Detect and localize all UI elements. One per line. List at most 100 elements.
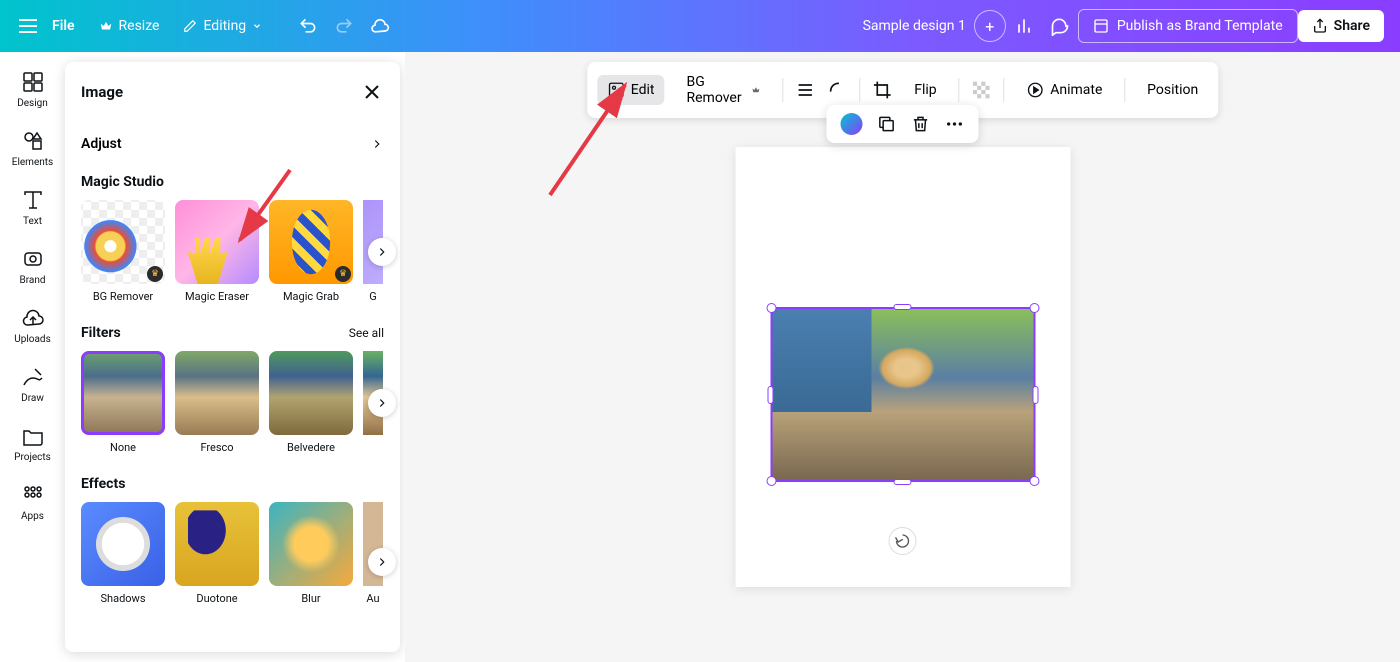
- resize-handle[interactable]: [1029, 303, 1039, 313]
- design-icon: [21, 70, 45, 94]
- sidebar-item-brand[interactable]: Brand: [0, 239, 65, 294]
- brand-icon: [21, 247, 45, 271]
- cloud-sync-button[interactable]: [362, 8, 398, 44]
- draw-icon: [21, 365, 45, 389]
- align-icon[interactable]: [795, 80, 815, 100]
- sidebar-item-text[interactable]: Text: [0, 180, 65, 235]
- resize-handle[interactable]: [1032, 386, 1038, 404]
- panel-title: Image: [81, 83, 123, 101]
- sidebar-item-elements[interactable]: Elements: [0, 121, 65, 176]
- resize-handle[interactable]: [766, 303, 776, 313]
- redo-button[interactable]: [326, 8, 362, 44]
- publish-button[interactable]: Publish as Brand Template: [1078, 9, 1298, 43]
- more-icon: [945, 114, 965, 134]
- floating-element-tools: [827, 105, 979, 143]
- design-title[interactable]: Sample design 1: [855, 18, 974, 34]
- editing-menu[interactable]: Editing: [171, 12, 274, 40]
- chevron-right-icon: [375, 396, 389, 410]
- sidebar-item-design[interactable]: Design: [0, 62, 65, 117]
- insights-button[interactable]: [1006, 8, 1042, 44]
- animate-button[interactable]: Animate: [1016, 75, 1112, 105]
- filters-title: Filters: [81, 325, 121, 341]
- share-button[interactable]: Share: [1298, 10, 1384, 42]
- chart-icon: [1014, 16, 1034, 36]
- adjust-row[interactable]: Adjust: [65, 122, 400, 166]
- template-icon: [1093, 18, 1109, 34]
- delete-button[interactable]: [911, 114, 931, 134]
- sidebar-item-projects[interactable]: Projects: [0, 416, 65, 471]
- image-content: [772, 309, 1033, 480]
- undo-button[interactable]: [290, 8, 326, 44]
- filters-row: None Fresco Belvedere: [65, 351, 400, 454]
- scroll-right-button[interactable]: [368, 548, 396, 576]
- position-button[interactable]: Position: [1137, 76, 1208, 104]
- sidebar-item-uploads[interactable]: Uploads: [0, 298, 65, 353]
- cloud-icon: [370, 16, 390, 36]
- tile-bg-remover[interactable]: ♛BG Remover: [81, 200, 165, 303]
- edit-button[interactable]: Edit: [597, 75, 665, 105]
- text-icon: [21, 188, 45, 212]
- tile-filter-fresco[interactable]: Fresco: [175, 351, 259, 454]
- magic-icon[interactable]: [841, 113, 863, 135]
- sidebar-item-draw[interactable]: Draw: [0, 357, 65, 412]
- tile-magic-grab[interactable]: ♛Magic Grab: [269, 200, 353, 303]
- image-panel: Image Adjust Magic Studio ♛BG Remover Ma…: [65, 62, 400, 652]
- chevron-right-icon: [370, 137, 384, 151]
- crop-button[interactable]: [872, 80, 892, 100]
- corner-icon[interactable]: [827, 80, 847, 100]
- chevron-down-icon: [252, 21, 262, 31]
- more-button[interactable]: [945, 114, 965, 134]
- add-button[interactable]: +: [974, 10, 1006, 42]
- effects-title: Effects: [81, 476, 125, 492]
- resize-menu[interactable]: Resize: [87, 12, 172, 40]
- chevron-right-icon: [375, 245, 389, 259]
- resize-handle[interactable]: [766, 476, 776, 486]
- redo-icon: [334, 16, 354, 36]
- resize-handle[interactable]: [767, 386, 773, 404]
- elements-icon: [21, 129, 45, 153]
- resize-handle[interactable]: [894, 304, 912, 310]
- tile-effect-duotone[interactable]: Duotone: [175, 502, 259, 605]
- copy-icon: [877, 114, 897, 134]
- comment-icon: [1050, 16, 1070, 36]
- tile-filter-none[interactable]: None: [81, 351, 165, 454]
- magic-studio-title: Magic Studio: [81, 174, 164, 190]
- app-header: File Resize Editing Sample design 1 + Pu…: [0, 0, 1400, 52]
- flip-button[interactable]: Flip: [904, 76, 946, 104]
- tile-magic-eraser[interactable]: Magic Eraser: [175, 200, 259, 303]
- crown-icon: [751, 84, 760, 96]
- animate-icon: [1026, 81, 1044, 99]
- canvas-area[interactable]: Edit BG Remover Flip Animate Position: [405, 52, 1400, 662]
- resize-handle[interactable]: [1029, 476, 1039, 486]
- copy-button[interactable]: [877, 114, 897, 134]
- trash-icon: [911, 114, 931, 134]
- selected-image[interactable]: [770, 307, 1035, 482]
- tile-filter-belvedere[interactable]: Belvedere: [269, 351, 353, 454]
- effects-row: Shadows Duotone Blur Au: [65, 502, 400, 621]
- file-menu[interactable]: File: [40, 12, 87, 40]
- share-icon: [1312, 18, 1328, 34]
- tile-effect-blur[interactable]: Blur: [269, 502, 353, 605]
- undo-icon: [298, 16, 318, 36]
- left-sidebar: Design Elements Text Brand Uploads Draw …: [0, 52, 65, 662]
- uploads-icon: [21, 306, 45, 330]
- sidebar-item-apps[interactable]: Apps: [0, 475, 65, 530]
- scroll-right-button[interactable]: [368, 238, 396, 266]
- comment-button[interactable]: [1042, 8, 1078, 44]
- scroll-right-button[interactable]: [368, 389, 396, 417]
- canvas-page[interactable]: [735, 147, 1070, 587]
- tile-effect-shadows[interactable]: Shadows: [81, 502, 165, 605]
- rotate-button[interactable]: [889, 527, 917, 555]
- close-panel-button[interactable]: [360, 80, 384, 104]
- menu-icon[interactable]: [16, 14, 40, 38]
- projects-icon: [21, 424, 45, 448]
- transparency-icon: [971, 80, 991, 100]
- crown-icon: ♛: [147, 266, 163, 282]
- rotate-icon: [895, 533, 911, 549]
- bg-remover-button[interactable]: BG Remover: [676, 68, 770, 112]
- crown-icon: [99, 19, 113, 33]
- resize-handle[interactable]: [894, 479, 912, 485]
- image-edit-icon: [607, 81, 625, 99]
- see-all-filters[interactable]: See all: [349, 326, 384, 340]
- transparency-button[interactable]: [971, 80, 991, 100]
